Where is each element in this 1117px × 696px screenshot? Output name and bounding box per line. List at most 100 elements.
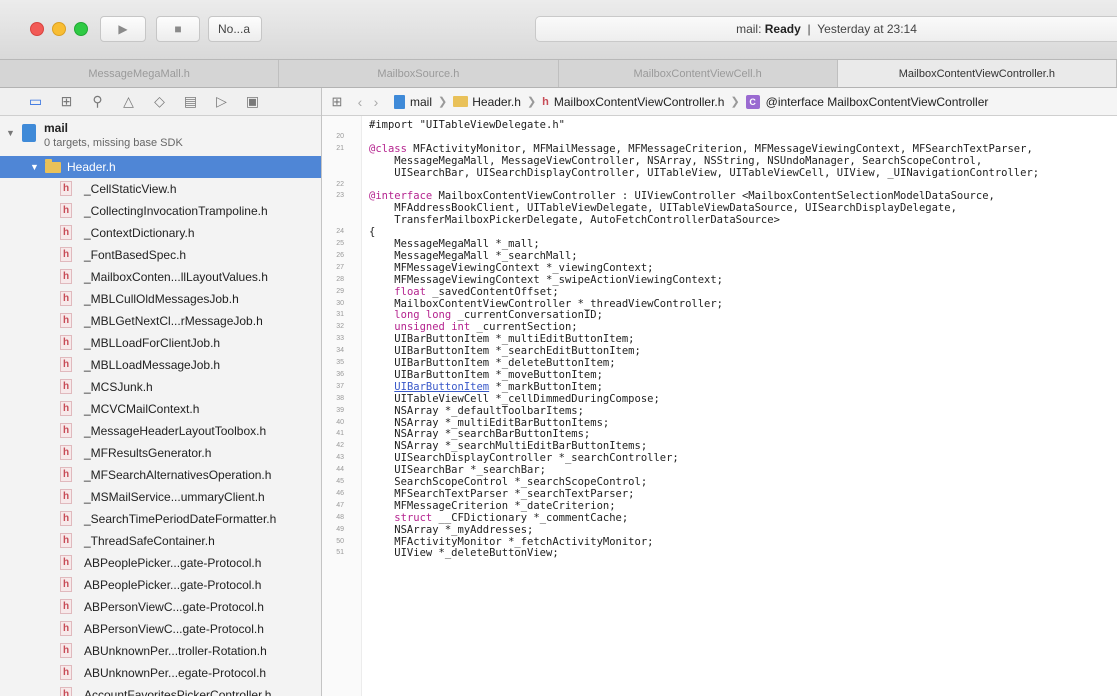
file-name: ABPersonViewC...gate-Protocol.h bbox=[84, 600, 264, 614]
file-row[interactable]: h _MCSJunk.h bbox=[0, 376, 321, 398]
project-file-icon bbox=[22, 124, 36, 142]
folder-icon bbox=[45, 159, 61, 173]
header-file-icon: h bbox=[60, 181, 72, 196]
scheme-label: No...a bbox=[218, 22, 251, 36]
file-row[interactable]: h _MBLCullOldMessagesJob.h bbox=[0, 288, 321, 310]
file-row[interactable]: h _MBLLoadForClientJob.h bbox=[0, 332, 321, 354]
tab-label: MailboxContentViewController.h bbox=[898, 67, 1056, 80]
back-icon[interactable]: ‹ bbox=[352, 94, 368, 110]
file-name: ABPersonViewC...gate-Protocol.h bbox=[84, 622, 264, 636]
tab-mailboxcontentviewcell[interactable]: MailboxContentViewCell.h bbox=[559, 60, 838, 87]
status-separator: | bbox=[807, 22, 811, 36]
related-items-icon[interactable]: ⊞ bbox=[322, 94, 352, 110]
group-row-header[interactable]: ▼ Header.h bbox=[0, 156, 321, 178]
code-line: 51 UIView *_deleteButtonView; bbox=[322, 546, 1117, 560]
file-row[interactable]: h _FontBasedSpec.h bbox=[0, 244, 321, 266]
file-name: _MessageHeaderLayoutToolbox.h bbox=[84, 424, 267, 438]
file-name: _MBLLoadForClientJob.h bbox=[84, 336, 221, 350]
disclosure-open-icon[interactable]: ▼ bbox=[6, 128, 15, 138]
status-project: mail: bbox=[736, 22, 762, 36]
play-icon: ▶ bbox=[118, 22, 128, 36]
code-area[interactable]: #import "UITableViewDelegate.h" 20 21 @clas… bbox=[322, 116, 1117, 696]
file-row[interactable]: h _CollectingInvocationTrampoline.h bbox=[0, 200, 321, 222]
search-icon[interactable]: ⚲ bbox=[82, 93, 113, 110]
header-file-icon: h bbox=[60, 511, 72, 526]
file-name: _MCVCMailContext.h bbox=[84, 402, 200, 416]
test-icon[interactable]: ◇ bbox=[144, 93, 175, 110]
file-row[interactable]: h ABPersonViewC...gate-Protocol.h bbox=[0, 596, 321, 618]
line-number: 51 bbox=[336, 549, 344, 557]
header-file-icon: h bbox=[60, 533, 72, 548]
minimize-window-button[interactable] bbox=[52, 22, 66, 36]
header-file-icon: h bbox=[60, 445, 72, 460]
header-file-icon: h bbox=[60, 643, 72, 658]
header-file-icon: h bbox=[60, 401, 72, 416]
file-row[interactable]: h _MBLGetNextCl...rMessageJob.h bbox=[0, 310, 321, 332]
file-row[interactable]: h _MFSearchAlternativesOperation.h bbox=[0, 464, 321, 486]
file-row[interactable]: h ABPersonViewC...gate-Protocol.h bbox=[0, 618, 321, 640]
file-name: _MailboxConten...llLayoutValues.h bbox=[84, 270, 268, 284]
header-file-icon: h bbox=[60, 577, 72, 592]
project-row[interactable]: ▼ mail 0 targets, missing base SDK bbox=[0, 116, 321, 156]
header-file-icon: h bbox=[60, 621, 72, 636]
file-row[interactable]: h _MailboxConten...llLayoutValues.h bbox=[0, 266, 321, 288]
header-file-icon: h bbox=[60, 203, 72, 218]
tab-messagemegamall[interactable]: MessageMegaMall.h bbox=[0, 60, 280, 87]
file-row[interactable]: h _CellStaticView.h bbox=[0, 178, 321, 200]
jump-file[interactable]: MailboxContentViewController.h bbox=[554, 95, 725, 109]
header-file-icon: h bbox=[60, 313, 72, 328]
tab-mailboxsource[interactable]: MailboxSource.h bbox=[279, 60, 559, 87]
file-row[interactable]: h _ContextDictionary.h bbox=[0, 222, 321, 244]
file-row[interactable]: h AccountFavoritesPickerController.h bbox=[0, 684, 321, 696]
file-name: _MSMailService...ummaryClient.h bbox=[84, 490, 265, 504]
file-row[interactable]: h ABUnknownPer...troller-Rotation.h bbox=[0, 640, 321, 662]
header-file-icon: h bbox=[60, 379, 72, 394]
debug-icon[interactable]: ▤ bbox=[175, 93, 206, 110]
tab-mailboxcontentviewcontroller[interactable]: MailboxContentViewController.h bbox=[837, 60, 1117, 87]
close-window-button[interactable] bbox=[30, 22, 44, 36]
zoom-window-button[interactable] bbox=[74, 22, 88, 36]
header-file-icon: h bbox=[60, 489, 72, 504]
source-editor[interactable]: #import "UITableViewDelegate.h" 20 21 @clas… bbox=[322, 116, 1117, 696]
jump-symbol[interactable]: @interface MailboxContentViewController bbox=[766, 95, 989, 109]
scheme-selector[interactable]: No...a bbox=[208, 16, 262, 42]
header-file-icon: h bbox=[60, 291, 72, 306]
report-icon[interactable]: ▣ bbox=[237, 93, 268, 110]
header-file-icon: h bbox=[542, 95, 549, 108]
status-time: Yesterday at 23:14 bbox=[817, 22, 917, 36]
file-row[interactable]: h ABUnknownPer...egate-Protocol.h bbox=[0, 662, 321, 684]
warning-icon[interactable]: △ bbox=[113, 93, 144, 110]
forward-icon[interactable]: › bbox=[368, 94, 384, 110]
folder-icon[interactable]: ▭ bbox=[20, 93, 51, 110]
chevron-right-icon: ❯ bbox=[526, 96, 537, 108]
stop-button[interactable]: ■ bbox=[156, 16, 200, 42]
file-row[interactable]: h ABPeoplePicker...gate-Protocol.h bbox=[0, 552, 321, 574]
header-file-icon: h bbox=[60, 555, 72, 570]
file-row[interactable]: h ABPeoplePicker...gate-Protocol.h bbox=[0, 574, 321, 596]
symbol-navigator-icon[interactable]: ⊞ bbox=[51, 93, 82, 110]
file-row[interactable]: h _MCVCMailContext.h bbox=[0, 398, 321, 420]
disclosure-open-icon[interactable]: ▼ bbox=[30, 162, 39, 172]
file-row[interactable]: h _MBLLoadMessageJob.h bbox=[0, 354, 321, 376]
breakpoint-icon[interactable]: ▷ bbox=[206, 93, 237, 110]
file-row[interactable]: h _SearchTimePeriodDateFormatter.h bbox=[0, 508, 321, 530]
run-button[interactable]: ▶ bbox=[100, 16, 146, 42]
header-file-icon: h bbox=[60, 225, 72, 240]
file-name: _ThreadSafeContainer.h bbox=[84, 534, 215, 548]
code-text: UIView *_deleteButtonView; bbox=[369, 547, 559, 560]
status-state: Ready bbox=[764, 22, 801, 36]
editor-tab-bar: MessageMegaMall.h MailboxSource.h Mailbo… bbox=[0, 60, 1117, 88]
tab-label: MailboxSource.h bbox=[377, 67, 460, 80]
file-row[interactable]: h _ThreadSafeContainer.h bbox=[0, 530, 321, 552]
project-name: mail bbox=[44, 121, 69, 135]
jump-folder[interactable]: Header.h bbox=[472, 95, 521, 109]
file-row[interactable]: h _MSMailService...ummaryClient.h bbox=[0, 486, 321, 508]
file-name: _MCSJunk.h bbox=[84, 380, 153, 394]
file-row[interactable]: h _MFResultsGenerator.h bbox=[0, 442, 321, 464]
project-file-icon bbox=[394, 94, 405, 109]
jump-bar: ⊞ ‹ › mail ❯ Header.h ❯ h MailboxContent… bbox=[322, 88, 1117, 116]
jump-project[interactable]: mail bbox=[410, 95, 432, 109]
window-toolbar: ▶ ■ No...a mail: Ready | Yesterday at 23… bbox=[0, 0, 1117, 60]
file-row[interactable]: h _MessageHeaderLayoutToolbox.h bbox=[0, 420, 321, 442]
folder-icon bbox=[453, 96, 469, 107]
